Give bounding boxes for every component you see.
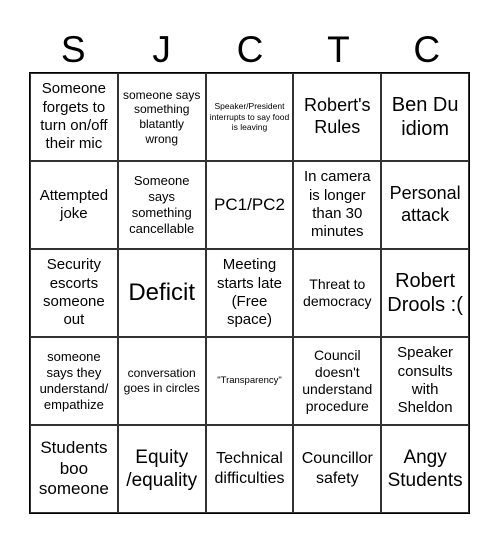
bingo-cell[interactable]: Personal attack (381, 161, 469, 249)
bingo-grid: Someone forgets to turn on/off their mic… (29, 72, 470, 514)
bingo-cell[interactable]: Threat to democracy (293, 249, 382, 337)
bingo-cell[interactable]: Attempted joke (30, 161, 118, 249)
bingo-cell[interactable]: Council doesn't understand procedure (293, 337, 382, 425)
bingo-cell[interactable]: Robert's Rules (293, 73, 382, 161)
bingo-cell[interactable]: Equity /equality (117, 425, 206, 513)
bingo-cell[interactable]: Technical difficulties (205, 425, 294, 513)
bingo-cell[interactable]: someone says they understand/ empathize (30, 337, 118, 425)
bingo-cell[interactable]: Someone says something cancellable (117, 161, 206, 249)
header-letter: J (152, 29, 171, 70)
header-letter: C (236, 29, 264, 70)
bingo-cell[interactable]: Students boo someone (30, 425, 118, 513)
bingo-cell[interactable]: Speaker/President interrupts to say food… (205, 73, 294, 161)
header-letter: C (413, 29, 441, 70)
bingo-cell[interactable]: Speaker consults with Sheldon (381, 337, 469, 425)
bingo-cell[interactable]: Councillor safety (293, 425, 382, 513)
bingo-cell[interactable]: Security escorts someone out (30, 249, 118, 337)
bingo-cell[interactable]: Ben Du idiom (381, 73, 469, 161)
bingo-cell[interactable]: Angy Students (381, 425, 469, 513)
bingo-cell[interactable]: In camera is longer than 30 minutes (293, 161, 382, 249)
bingo-cell[interactable]: Robert Drools :( (381, 249, 469, 337)
header-letter: T (327, 29, 350, 70)
bingo-cell[interactable]: Someone forgets to turn on/off their mic (30, 73, 118, 161)
bingo-cell[interactable]: conversation goes in circles (117, 337, 206, 425)
bingo-cell[interactable]: Deficit (117, 249, 206, 337)
bingo-cell-free-space[interactable]: Meeting starts late (Free space) (205, 249, 294, 337)
bingo-header: S J C T C (29, 24, 471, 76)
bingo-cell[interactable]: PC1/PC2 (205, 161, 294, 249)
bingo-cell[interactable]: someone says something blatantly wrong (117, 73, 206, 161)
bingo-cell[interactable]: "Transparency" (205, 337, 294, 425)
header-letter: S (60, 29, 86, 70)
